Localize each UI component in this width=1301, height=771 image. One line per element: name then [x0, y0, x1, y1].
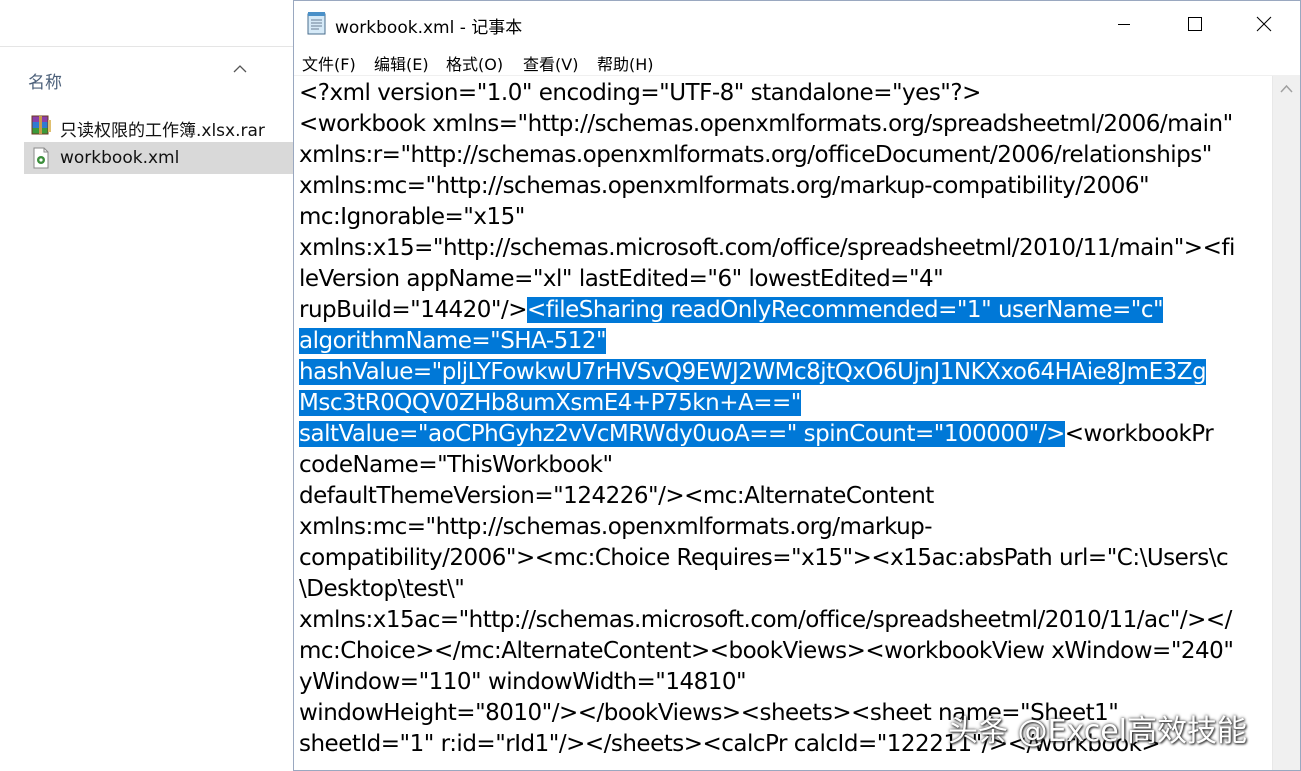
line-text: xmlns:x15="http://schemas.microsoft.com/…	[299, 235, 1235, 261]
text-line[interactable]: xmlns:mc="http://schemas.openxmlformats.…	[299, 512, 933, 543]
text-line[interactable]: xmlns:x15="http://schemas.microsoft.com/…	[299, 233, 1235, 264]
file-name: workbook.xml	[60, 148, 180, 168]
text-line[interactable]: mc:Ignorable="x15"	[299, 202, 525, 233]
line-text: <workbook xmlns="http://schemas.openxmlf…	[299, 111, 1233, 137]
text-line[interactable]: Msc3tR0QQV0ZHb8umXsmE4+P75kn+A=="	[299, 388, 801, 419]
menu-view[interactable]: 查看(V)	[523, 51, 578, 75]
column-header[interactable]: 名称	[0, 60, 294, 100]
text-line[interactable]: defaultThemeVersion="124226"/><mc:Altern…	[299, 481, 934, 512]
text-line[interactable]: \Desktop\test\"	[299, 574, 465, 605]
file-name: 只读权限的工作簿.xlsx.rar	[60, 121, 265, 141]
scroll-up-arrow-icon[interactable]	[1273, 76, 1300, 102]
text-line[interactable]: mc:Choice></mc:AlternateContent><bookVie…	[299, 636, 1234, 667]
title-bar[interactable]: workbook.xml - 记事本	[294, 1, 1300, 47]
line-text: defaultThemeVersion="124226"/><mc:Altern…	[299, 483, 934, 509]
watermark-text: 头条 @Excel高效技能	[948, 714, 1248, 749]
selected-text: hashValue="pljLYFowkwU7rHVSvQ9EWJ2WMc8jt…	[299, 359, 1207, 385]
menu-bar: 文件(F) 编辑(E) 格式(O) 查看(V) 帮助(H)	[294, 47, 1300, 76]
close-button[interactable]	[1229, 1, 1299, 47]
file-row-xml[interactable]: workbook.xml	[24, 142, 294, 174]
maximize-button[interactable]	[1159, 1, 1229, 47]
notepad-app-icon[interactable]	[306, 11, 328, 35]
selected-text: algorithmName="SHA-512"	[299, 328, 607, 354]
file-row-rar[interactable]: 只读权限的工作簿.xlsx.rar	[24, 110, 294, 142]
line-text: xmlns:mc="http://schemas.openxmlformats.…	[299, 173, 1150, 199]
text-line[interactable]: compatibility/2006"><mc:Choice Requires=…	[299, 543, 1229, 574]
text-line[interactable]: xmlns:r="http://schemas.openxmlformats.o…	[299, 140, 1212, 171]
notepad-window: workbook.xml - 记事本 文件(F) 编辑(E) 格式(O) 查看(…	[293, 0, 1301, 771]
text-line[interactable]: codeName="ThisWorkbook"	[299, 450, 613, 481]
line-text: \Desktop\test\"	[299, 576, 465, 602]
menu-format[interactable]: 格式(O)	[446, 51, 503, 75]
text-line[interactable]: <?xml version="1.0" encoding="UTF-8" sta…	[299, 78, 981, 109]
line-text: yWindow="110" windowWidth="14810"	[299, 669, 747, 695]
line-text: xmlns:mc="http://schemas.openxmlformats.…	[299, 514, 933, 540]
text-line[interactable]: yWindow="110" windowWidth="14810"	[299, 667, 747, 698]
rar-archive-icon	[29, 114, 53, 138]
menu-file[interactable]: 文件(F)	[302, 51, 356, 75]
text-line[interactable]: xmlns:mc="http://schemas.openxmlformats.…	[299, 171, 1150, 202]
selected-text: saltValue="aoCPhGyhz2vVcMRWdy0uoA==" spi…	[299, 421, 1065, 447]
text-line[interactable]: rupBuild="14420"/><fileSharing readOnlyR…	[299, 295, 1164, 326]
menu-help[interactable]: 帮助(H)	[597, 51, 654, 75]
line-text: xmlns:x15ac="http://schemas.microsoft.co…	[299, 607, 1232, 633]
text-line[interactable]: leVersion appName="xl" lastEdited="6" lo…	[299, 264, 944, 295]
explorer-toolbar	[0, 0, 294, 47]
column-name-label[interactable]: 名称	[28, 68, 62, 93]
text-line[interactable]: <workbook xmlns="http://schemas.openxmlf…	[299, 109, 1233, 140]
selected-text: Msc3tR0QQV0ZHb8umXsmE4+P75kn+A=="	[299, 390, 801, 416]
line-text: mc:Choice></mc:AlternateContent><bookVie…	[299, 638, 1234, 664]
line-text: mc:Ignorable="x15"	[299, 204, 525, 230]
text-line[interactable]: xmlns:x15ac="http://schemas.microsoft.co…	[299, 605, 1232, 636]
line-text: <?xml version="1.0" encoding="UTF-8" sta…	[299, 80, 981, 106]
text-line[interactable]: saltValue="aoCPhGyhz2vVcMRWdy0uoA==" spi…	[299, 419, 1214, 450]
line-text: compatibility/2006"><mc:Choice Requires=…	[299, 545, 1229, 571]
file-explorer-pane: 名称 只读权限的工作簿.xlsx.rar workbook.xml	[0, 0, 294, 771]
text-line[interactable]: algorithmName="SHA-512"	[299, 326, 607, 357]
window-title: workbook.xml - 记事本	[335, 18, 523, 38]
line-text: <workbookPr	[1064, 421, 1214, 447]
line-text: xmlns:r="http://schemas.openxmlformats.o…	[299, 142, 1212, 168]
text-editor-area[interactable]: <?xml version="1.0" encoding="UTF-8" sta…	[294, 76, 1272, 770]
selected-text: <fileSharing readOnlyRecommended="1" use…	[527, 297, 1164, 323]
vertical-scrollbar[interactable]	[1272, 76, 1300, 770]
sort-ascending-icon[interactable]	[233, 62, 247, 78]
line-text: codeName="ThisWorkbook"	[299, 452, 613, 478]
xml-file-icon	[29, 146, 53, 170]
menu-edit[interactable]: 编辑(E)	[374, 51, 429, 75]
text-line[interactable]: hashValue="pljLYFowkwU7rHVSvQ9EWJ2WMc8jt…	[299, 357, 1207, 388]
minimize-button[interactable]	[1089, 1, 1159, 47]
line-text: rupBuild="14420"/>	[299, 297, 528, 323]
line-text: leVersion appName="xl" lastEdited="6" lo…	[299, 266, 944, 292]
